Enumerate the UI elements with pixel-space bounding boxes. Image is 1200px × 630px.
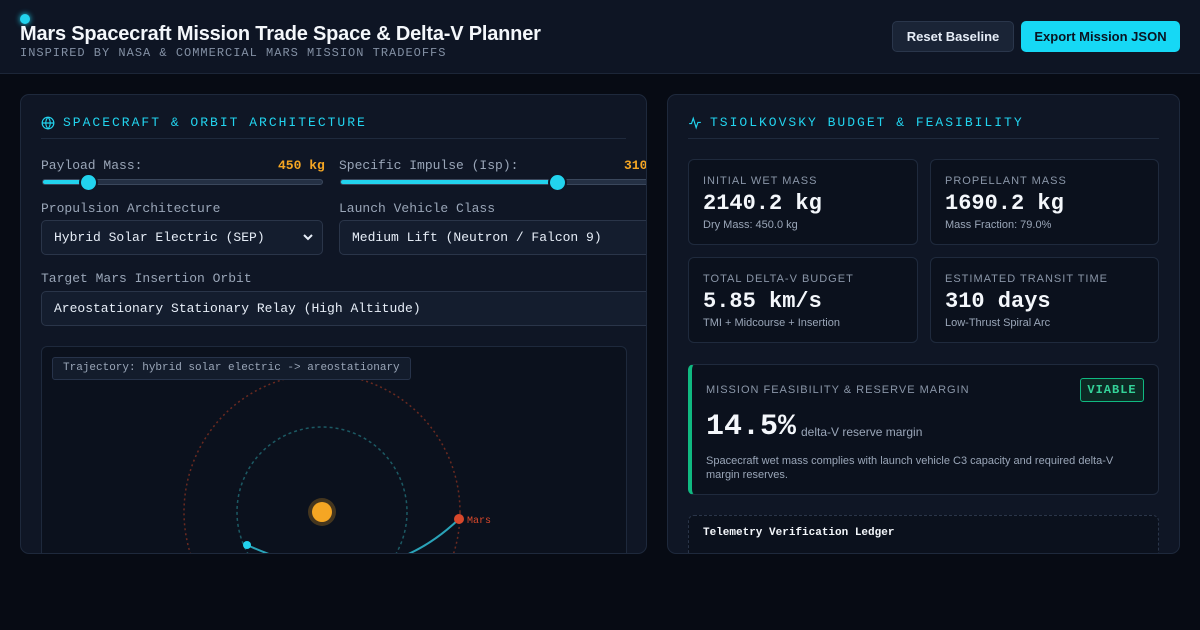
target-orbit-selected-value: Areostationary Stationary Relay (High Al… (54, 301, 421, 316)
card-label: ESTIMATED TRANSIT TIME (945, 273, 1108, 285)
mars-label: Mars (467, 516, 491, 527)
feasibility-title: MISSION FEASIBILITY & RESERVE MARGIN (706, 384, 970, 396)
reserve-margin-value: 14.5% (706, 410, 797, 444)
propulsion-selected-value: Hybrid Solar Electric (SEP) (54, 230, 265, 245)
page-subtitle: INSPIRED BY NASA & COMMERCIAL MARS MISSI… (20, 46, 447, 60)
budget-panel-title: TSIOLKOVSKY BUDGET & FEASIBILITY (710, 115, 1024, 130)
mars-marker-icon (454, 514, 464, 524)
earth-orbit-ring (236, 426, 408, 553)
payload-mass-label: Payload Mass: (41, 158, 143, 173)
app-header: Mars Spacecraft Mission Trade Space & De… (0, 0, 1200, 74)
sun-icon (312, 502, 332, 522)
chevron-down-icon (303, 234, 313, 241)
feasibility-description: Spacecraft wet mass complies with launch… (706, 455, 1114, 481)
card-value: 1690.2 kg (945, 191, 1064, 216)
earth-marker-icon (243, 541, 251, 549)
card-subtext: Mass Fraction: 79.0% (945, 219, 1052, 231)
architecture-panel-header: SPACECRAFT & ORBIT ARCHITECTURE (41, 114, 626, 139)
ledger-title: Telemetry Verification Ledger (703, 527, 895, 539)
isp-slider-thumb[interactable] (550, 175, 566, 190)
card-value: 5.85 km/s (703, 289, 822, 314)
page-title: Mars Spacecraft Mission Trade Space & De… (20, 23, 541, 45)
activity-icon (689, 116, 701, 130)
delta-v-card: TOTAL DELTA-V BUDGET 5.85 km/s TMI + Mid… (688, 257, 918, 343)
transfer-trajectory (246, 518, 460, 553)
export-mission-json-button[interactable]: Export Mission JSON (1021, 21, 1180, 52)
trajectory-visualization: Mars Trajectory: hybrid solar electric -… (41, 346, 627, 553)
isp-value: 3100 s (624, 158, 647, 173)
status-badge: VIABLE (1080, 378, 1144, 402)
launch-vehicle-label: Launch Vehicle Class (339, 201, 496, 216)
architecture-panel: SPACECRAFT & ORBIT ARCHITECTURE Payload … (20, 94, 647, 554)
telemetry-ledger: Telemetry Verification Ledger (688, 515, 1159, 553)
card-subtext: Dry Mass: 450.0 kg (703, 219, 798, 231)
isp-label: Specific Impulse (Isp): (339, 158, 519, 173)
wet-mass-card: INITIAL WET MASS 2140.2 kg Dry Mass: 450… (688, 159, 918, 245)
card-label: INITIAL WET MASS (703, 175, 818, 187)
launch-vehicle-selected-value: Medium Lift (Neutron / Falcon 9) (352, 230, 602, 245)
isp-slider[interactable] (340, 175, 646, 190)
card-subtext: TMI + Midcourse + Insertion (703, 317, 840, 329)
payload-mass-value: 450 kg (278, 158, 325, 173)
propulsion-select[interactable]: Hybrid Solar Electric (SEP) (41, 220, 323, 255)
launch-vehicle-select[interactable]: Medium Lift (Neutron / Falcon 9) (339, 220, 646, 255)
target-orbit-select[interactable]: Areostationary Stationary Relay (High Al… (41, 291, 646, 326)
payload-slider-thumb[interactable] (80, 175, 96, 190)
budget-panel-header: TSIOLKOVSKY BUDGET & FEASIBILITY (688, 114, 1159, 139)
trajectory-tag: Trajectory: hybrid solar electric -> are… (52, 357, 411, 380)
card-value: 2140.2 kg (703, 191, 822, 216)
feasibility-card: MISSION FEASIBILITY & RESERVE MARGIN VIA… (688, 364, 1159, 495)
propellant-mass-card: PROPELLANT MASS 1690.2 kg Mass Fraction:… (930, 159, 1159, 245)
target-orbit-label: Target Mars Insertion Orbit (41, 271, 252, 286)
payload-mass-slider[interactable] (42, 175, 323, 190)
architecture-panel-title: SPACECRAFT & ORBIT ARCHITECTURE (63, 115, 367, 130)
propulsion-label: Propulsion Architecture (41, 201, 221, 216)
card-subtext: Low-Thrust Spiral Arc (945, 317, 1051, 329)
globe-icon (41, 116, 55, 130)
mars-orbit-ring (183, 373, 461, 553)
card-label: PROPELLANT MASS (945, 175, 1067, 187)
reserve-margin-label: delta-V reserve margin (801, 425, 923, 439)
card-label: TOTAL DELTA-V BUDGET (703, 273, 854, 285)
card-value: 310 days (945, 289, 1051, 314)
isp-slider-fill (341, 180, 558, 184)
reset-baseline-button[interactable]: Reset Baseline (892, 21, 1014, 52)
transit-time-card: ESTIMATED TRANSIT TIME 310 days Low-Thru… (930, 257, 1159, 343)
budget-panel: TSIOLKOVSKY BUDGET & FEASIBILITY INITIAL… (667, 94, 1180, 554)
